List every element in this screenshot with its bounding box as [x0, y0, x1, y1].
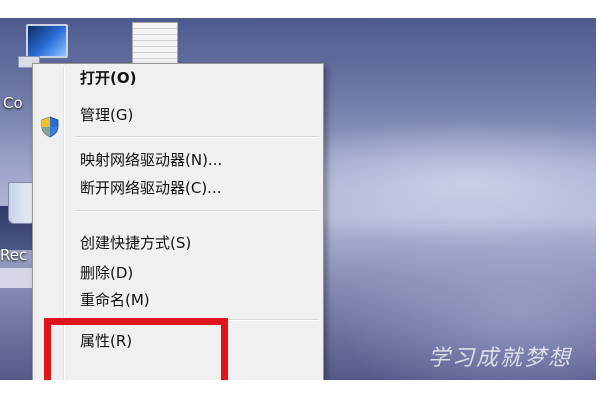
menu-item-map-network-drive[interactable]: 映射网络驱动器(N)...	[80, 148, 222, 172]
uac-shield-icon	[41, 116, 59, 138]
recycle-bin-label[interactable]: Rec	[0, 246, 27, 264]
menu-separator	[75, 210, 319, 212]
menu-item-open[interactable]: 打开(O)	[80, 66, 136, 90]
desktop: Co Rec 打开(O) 管理(G) 映射网络驱动器(N)... 断开网络驱动器…	[0, 18, 596, 380]
menu-item-disconnect-network-drive[interactable]: 断开网络驱动器(C)...	[80, 176, 221, 200]
properties-highlight-box	[44, 318, 228, 380]
menu-separator	[75, 136, 319, 138]
computer-icon-label[interactable]: Co	[3, 94, 23, 112]
menu-item-rename[interactable]: 重命名(M)	[80, 288, 150, 312]
menu-item-manage[interactable]: 管理(G)	[80, 103, 133, 127]
menu-item-create-shortcut[interactable]: 创建快捷方式(S)	[80, 231, 191, 255]
watermark: 学习成就梦想	[428, 346, 573, 371]
menu-item-delete[interactable]: 删除(D)	[80, 261, 133, 285]
